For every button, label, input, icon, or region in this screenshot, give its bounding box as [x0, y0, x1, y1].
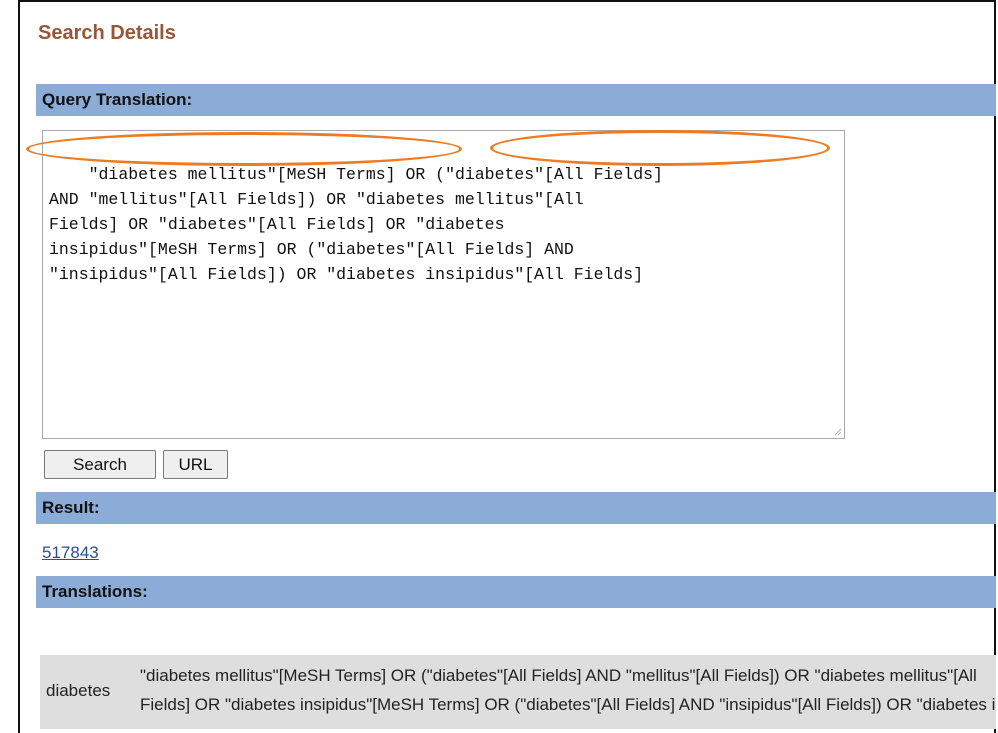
resize-grip-icon[interactable]	[832, 426, 842, 436]
highlight-oval-mesh-terms	[26, 132, 462, 166]
translation-line-1: "diabetes mellitus"[MeSH Terms] OR ("dia…	[140, 666, 977, 685]
translation-term: diabetes	[46, 681, 111, 700]
search-button[interactable]: Search	[44, 450, 156, 479]
translations-header: Translations:	[36, 576, 996, 608]
page-title: Search Details	[38, 22, 176, 44]
translation-text: "diabetes mellitus"[MeSH Terms] OR ("dia…	[140, 661, 996, 719]
translation-row: diabetes "diabetes mellitus"[MeSH Terms]…	[40, 655, 996, 729]
translation-line-2: Fields] OR "diabetes insipidus"[MeSH Ter…	[140, 695, 996, 714]
result-header: Result:	[36, 492, 996, 524]
query-translation-textarea[interactable]: "diabetes mellitus"[MeSH Terms] OR ("dia…	[42, 130, 845, 439]
url-button[interactable]: URL	[163, 450, 228, 479]
search-details-panel: Search Details Query Translation: "diabe…	[18, 0, 996, 733]
highlight-oval-all-fields	[490, 130, 830, 166]
result-count-link[interactable]: 517843	[42, 543, 99, 563]
query-translation-text: "diabetes mellitus"[MeSH Terms] OR ("dia…	[49, 165, 663, 284]
query-translation-header: Query Translation:	[36, 84, 996, 116]
